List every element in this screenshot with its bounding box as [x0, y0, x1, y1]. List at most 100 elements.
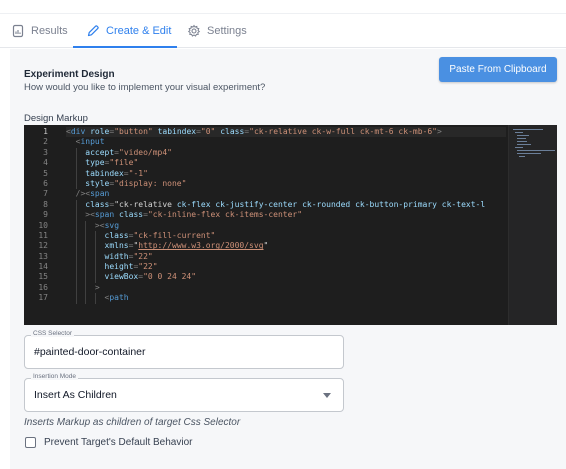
indent-guide: [75, 262, 77, 273]
line-number: 10: [38, 220, 48, 230]
experiment-design-title: Experiment Design: [24, 69, 115, 80]
code-editor[interactable]: 1 2 3 4 5 6 7 8 9 10 11 12 13 14 15 16 17 <div role="but…: [24, 125, 557, 325]
code-line: height="22": [66, 262, 506, 273]
insertion-mode-value: Insert As Children: [34, 389, 117, 401]
indent-guide: [85, 262, 87, 273]
indent-guide: [94, 262, 96, 273]
code-line: accept="video/mp4": [66, 147, 506, 159]
pencil-icon: [86, 24, 100, 38]
line-number: 11: [38, 230, 48, 240]
active-tab-indicator: [73, 46, 177, 48]
indent-guide: [75, 158, 77, 169]
indent-guide: [85, 251, 87, 263]
tab-create-edit-label: Create & Edit: [106, 25, 172, 37]
indent-guide: [85, 241, 87, 252]
indent-guide: [75, 199, 77, 211]
code-line: <path: [66, 293, 506, 304]
line-number: 4: [43, 158, 48, 168]
indent-guide: [75, 210, 77, 221]
insertion-mode-label: Insertion Mode: [31, 373, 78, 380]
tab-bar: Results Create & Edit Settings: [0, 14, 566, 48]
minimap-line: [517, 150, 555, 151]
code-line: <div role="button" tabindex="0" class="c…: [66, 127, 506, 138]
line-number: 2: [43, 137, 48, 147]
line-number: 16: [38, 282, 48, 292]
experiment-design-subtitle: How would you like to implement your vis…: [24, 82, 266, 93]
code-line: ><svg: [66, 220, 506, 231]
indent-guide: [94, 230, 96, 242]
insertion-mode-select[interactable]: Insert As Children: [24, 378, 344, 412]
line-number: 13: [38, 251, 48, 261]
design-markup-label: Design Markup: [24, 113, 88, 124]
code-lines[interactable]: <div role="button" tabindex="0" class="c…: [66, 127, 506, 304]
css-selector-input[interactable]: #painted-door-container: [24, 335, 344, 369]
tab-create-edit[interactable]: Create & Edit: [86, 14, 171, 48]
code-line: style="display: none": [66, 178, 506, 190]
code-line: viewBox="0 0 24 24": [66, 272, 506, 283]
tab-results[interactable]: Results: [11, 14, 68, 48]
indent-guide: [75, 282, 77, 294]
prevent-default-checkbox[interactable]: [25, 437, 36, 448]
css-selector-value: #painted-door-container: [34, 346, 146, 358]
indent-guide: [85, 282, 87, 294]
paste-from-clipboard-button[interactable]: Paste From Clipboard: [439, 57, 557, 82]
line-number: 17: [38, 293, 48, 303]
dropdown-caret-icon: [323, 393, 331, 398]
code-line: tabindex="-1": [66, 168, 506, 179]
line-number: 14: [38, 262, 48, 272]
tab-settings-label: Settings: [207, 25, 247, 37]
indent-guide: [75, 272, 77, 283]
line-number: 15: [38, 272, 48, 282]
minimap-line: [517, 153, 541, 154]
line-number: 12: [38, 241, 48, 251]
indent-guide: [75, 241, 77, 252]
insertion-mode-hint: Inserts Markup as children of target Css…: [24, 417, 241, 428]
line-number: 7: [43, 189, 48, 199]
code-line: >: [66, 282, 506, 294]
minimap-line: [519, 156, 525, 157]
code-line: class="ck-fill-current": [66, 230, 506, 242]
tab-settings[interactable]: Settings: [187, 14, 247, 48]
indent-guide: [94, 241, 96, 252]
top-strip: [0, 0, 566, 14]
line-number: 1: [43, 127, 48, 136]
indent-guide: [94, 251, 96, 263]
indent-guide: [94, 293, 96, 304]
indent-guide: [85, 293, 87, 304]
code-line: ><span class="ck-inline-flex ck-items-ce…: [66, 210, 506, 221]
code-minimap[interactable]: [508, 125, 557, 325]
indent-guide: [85, 272, 87, 283]
code-line: type="file": [66, 158, 506, 169]
minimap-line: [517, 144, 531, 145]
line-number: 3: [43, 147, 48, 157]
indent-guide: [75, 147, 77, 159]
code-line: class="ck-relative ck-flex ck-justify-ce…: [66, 199, 506, 211]
indent-guide: [75, 251, 77, 263]
gear-icon: [187, 24, 201, 38]
minimap-line: [517, 138, 526, 139]
indent-guide: [94, 272, 96, 283]
line-number: 9: [43, 210, 48, 220]
minimap-line: [515, 132, 523, 133]
indent-guide: [75, 220, 77, 231]
indent-guide: [85, 230, 87, 242]
line-number-gutter: 1 2 3 4 5 6 7 8 9 10 11 12 13 14 15 16 17: [24, 127, 60, 304]
indent-guide: [75, 293, 77, 304]
indent-guide: [85, 220, 87, 231]
code-line: xmlns="http://www.w3.org/2000/svg": [66, 241, 506, 252]
css-selector-label: CSS Selector: [31, 330, 75, 337]
indent-guide: [75, 168, 77, 179]
minimap-line: [515, 147, 523, 148]
tab-results-label: Results: [31, 25, 68, 37]
line-number: 8: [43, 199, 48, 209]
minimap-line: [517, 135, 529, 136]
code-line: <input: [75, 137, 105, 147]
code-line: /><span: [75, 189, 110, 199]
line-number: 6: [43, 178, 48, 188]
minimap-line: [513, 129, 543, 130]
prevent-default-label: Prevent Target's Default Behavior: [44, 437, 193, 448]
minimap-line: [517, 141, 527, 142]
line-number: 5: [43, 168, 48, 178]
indent-guide: [75, 230, 77, 242]
indent-guide: [75, 178, 77, 190]
